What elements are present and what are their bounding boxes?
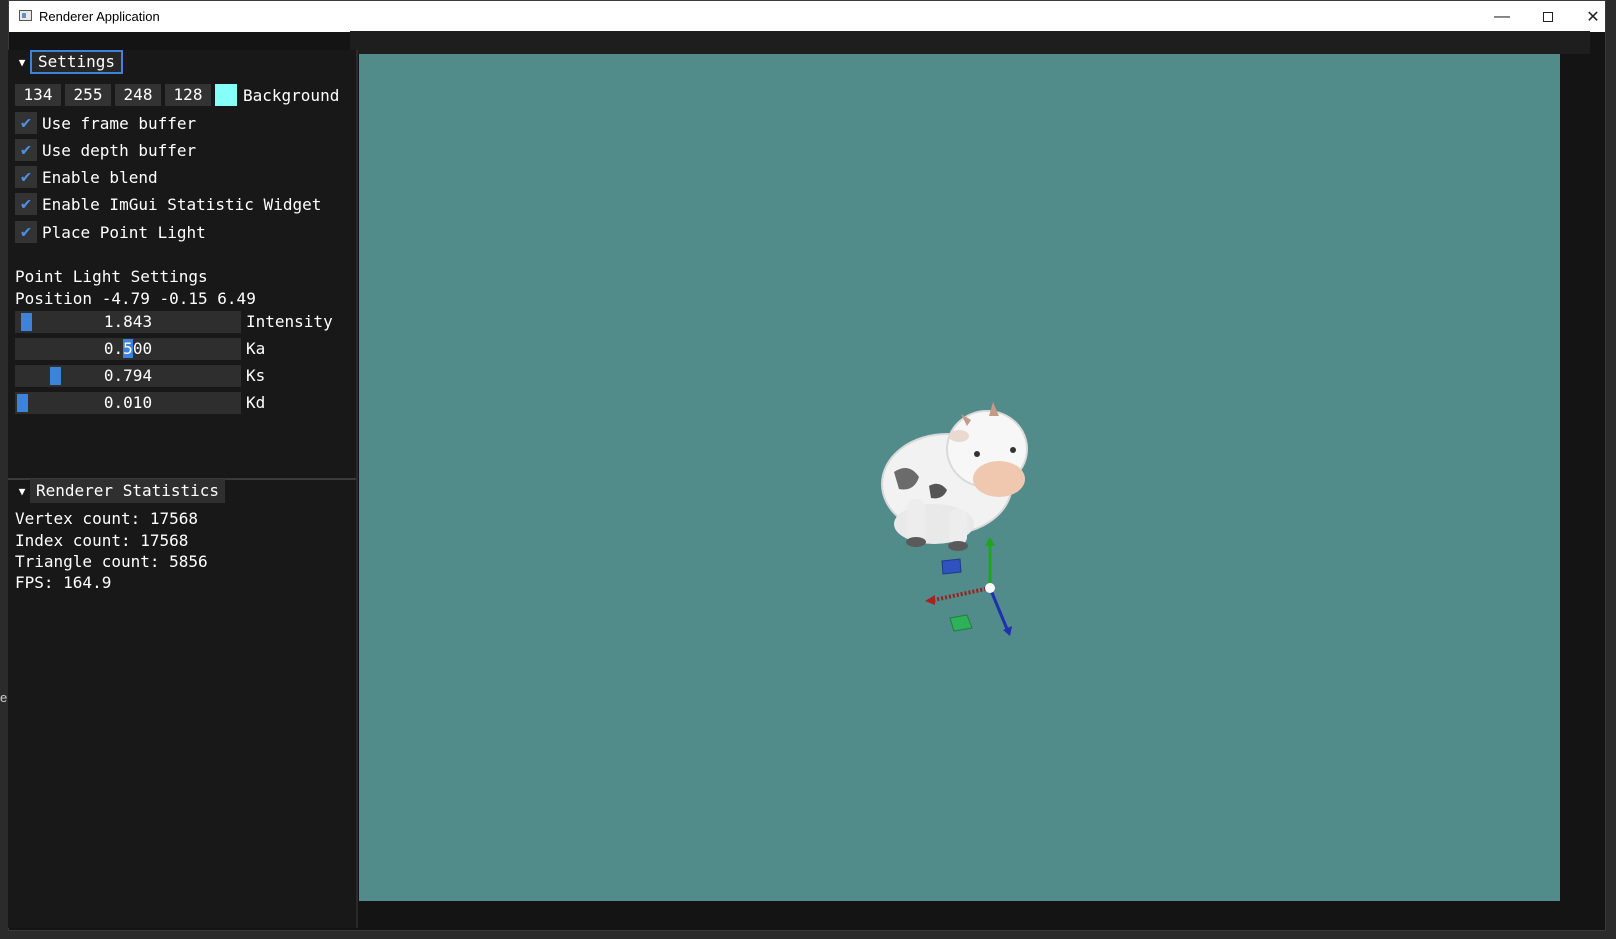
- check-icon: ✔: [15, 193, 37, 215]
- maximize-button[interactable]: [1525, 1, 1571, 32]
- slider-value: 0.794: [103, 366, 153, 385]
- slider-value: 1.843: [103, 312, 153, 331]
- statistics-header-label: Renderer Statistics: [30, 479, 226, 503]
- settings-header[interactable]: ▼ Settings: [8, 50, 124, 74]
- title-bar[interactable]: Renderer Application — ✕: [9, 1, 1605, 32]
- settings-header-label: Settings: [30, 50, 124, 74]
- ks-slider[interactable]: 0.794: [15, 365, 241, 387]
- slider-value[interactable]: 0.500: [15, 338, 241, 360]
- kd-label: Kd: [246, 393, 266, 412]
- checkbox-place-point-light[interactable]: ✔ Place Point Light: [15, 221, 206, 243]
- checkbox-enable-imgui-statistic-widget[interactable]: ✔ Enable ImGui Statistic Widget: [15, 193, 321, 215]
- triangle-down-icon: ▼: [18, 484, 26, 498]
- intensity-label: Intensity: [246, 312, 333, 331]
- background-g-field[interactable]: 255: [65, 84, 111, 106]
- point-light-position: Position -4.79 -0.15 6.49: [15, 289, 256, 308]
- maximize-icon: [1543, 11, 1553, 22]
- minimize-button[interactable]: —: [1479, 1, 1525, 32]
- check-icon: ✔: [15, 139, 37, 161]
- desktop-sliver: e: [0, 690, 8, 705]
- panel-border: [356, 50, 358, 928]
- checkbox-label: Use frame buffer: [42, 113, 197, 133]
- checkbox-enable-blend[interactable]: ✔ Enable blend: [15, 166, 158, 188]
- background-b-field[interactable]: 248: [115, 84, 161, 106]
- fps-readout: FPS: 164.9: [15, 573, 112, 592]
- vertex-count: Vertex count: 17568: [15, 509, 199, 528]
- kd-slider[interactable]: 0.010: [15, 392, 241, 414]
- close-icon: ✕: [1586, 8, 1600, 26]
- check-icon: ✔: [15, 221, 37, 243]
- checkbox-label: Enable blend: [42, 167, 158, 187]
- checkbox-label: Enable ImGui Statistic Widget: [42, 194, 322, 214]
- close-button[interactable]: ✕: [1570, 1, 1616, 32]
- ks-label: Ks: [246, 366, 266, 385]
- background-color-editor: 134 255 248 128 Background: [15, 83, 339, 107]
- slider-value: 0.010: [103, 393, 153, 412]
- ka-slider[interactable]: 0.500: [15, 338, 241, 360]
- point-light-settings-title: Point Light Settings: [15, 267, 208, 286]
- viewport-top-strip: [350, 31, 1590, 54]
- triangle-down-icon: ▼: [18, 55, 26, 69]
- check-icon: ✔: [15, 112, 37, 134]
- imgui-panel: ▼ Settings 134 255 248 128 Background ✔ …: [8, 50, 356, 928]
- checkbox-label: Place Point Light: [42, 222, 206, 242]
- renderer-statistics-header[interactable]: ▼ Renderer Statistics: [8, 479, 226, 503]
- app-icon: [19, 10, 32, 21]
- text-selection: 5: [123, 339, 133, 358]
- background-label: Background: [243, 85, 340, 105]
- background-color-swatch[interactable]: [215, 84, 237, 106]
- background-r-field[interactable]: 134: [15, 84, 61, 106]
- check-icon: ✔: [15, 166, 37, 188]
- cow-model[interactable]: [881, 402, 1028, 551]
- triangle-count: Triangle count: 5856: [15, 552, 208, 571]
- render-viewport[interactable]: [359, 54, 1560, 901]
- intensity-slider[interactable]: 1.843: [15, 311, 241, 333]
- checkbox-use-depth-buffer[interactable]: ✔ Use depth buffer: [15, 139, 196, 161]
- background-a-field[interactable]: 128: [165, 84, 211, 106]
- scene: [881, 402, 1028, 636]
- minimize-icon: —: [1494, 7, 1510, 25]
- window-title: Renderer Application: [39, 9, 160, 24]
- transform-gizmo[interactable]: [925, 537, 1012, 636]
- ka-label: Ka: [246, 339, 266, 358]
- checkbox-label: Use depth buffer: [42, 140, 197, 160]
- index-count: Index count: 17568: [15, 531, 189, 550]
- checkbox-use-frame-buffer[interactable]: ✔ Use frame buffer: [15, 112, 196, 134]
